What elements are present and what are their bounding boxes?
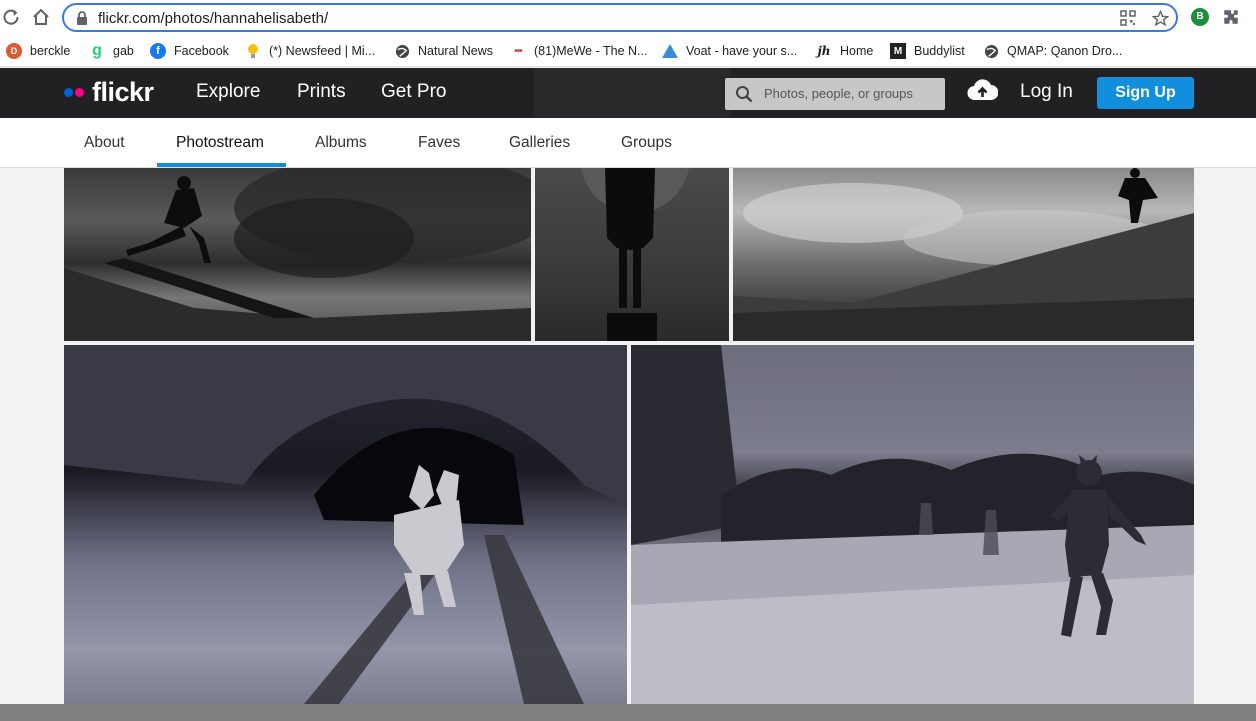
photo-silhouette-standing[interactable] [535,168,729,341]
home-icon[interactable] [32,8,50,26]
profile-subnav: About Photostream Albums Faves Galleries… [0,118,1256,168]
globe-icon [394,43,410,59]
search-input[interactable]: Photos, people, or groups [725,78,945,110]
photo-masked-figure-tunnel-tracks[interactable] [64,345,627,704]
search-placeholder: Photos, people, or groups [764,86,913,101]
bookmark-facebook[interactable]: f Facebook [150,41,229,61]
bookmark-label: berckle [30,44,71,58]
nav-explore[interactable]: Explore [196,81,260,103]
bookmark-buddylist[interactable]: M Buddylist [890,41,965,61]
bookmark-gab[interactable]: g gab [89,41,134,61]
duckduckgo-icon: D [6,43,22,59]
bookmark-label: Facebook [174,44,229,58]
nav-prints[interactable]: Prints [297,81,346,103]
bookmark-label: Buddylist [914,44,965,58]
globe-icon [983,43,999,59]
bookmark-mewe[interactable]: ••• (81)MeWe - The N... [510,41,647,61]
upload-cloud-icon[interactable] [967,78,998,102]
tab-albums[interactable]: Albums [315,134,367,152]
bookmark-label: Home [840,44,874,58]
bookmark-natural-news[interactable]: Natural News [394,41,493,61]
qr-code-icon[interactable] [1120,10,1136,26]
profile-avatar[interactable]: B [1191,8,1209,26]
buddylist-icon: M [890,43,906,59]
bookmark-newsfeed[interactable]: (*) Newsfeed | Mi... [245,41,375,61]
header-photo-backdrop [534,68,730,118]
browser-toolbar: flickr.com/photos/hannahelisabeth/ B [0,0,1256,36]
flickr-header: flickr Explore Prints Get Pro Photos, pe… [0,68,1256,118]
logo-dot-blue [64,88,73,97]
jh-icon: jh [817,44,831,58]
reload-icon[interactable] [2,8,20,26]
tab-photostream[interactable]: Photostream [176,134,264,152]
active-tab-indicator [157,163,286,167]
flickr-logo[interactable]: flickr [64,79,154,106]
photo-silhouette-jumping-smoke[interactable] [64,168,531,341]
voat-icon [662,43,678,59]
bookmark-label: (81)MeWe - The N... [534,44,648,58]
page-bottom-bar [0,704,1256,721]
tab-groups[interactable]: Groups [621,134,672,152]
bookmark-label: gab [113,44,134,58]
star-icon[interactable] [1152,10,1169,27]
bookmark-label: Natural News [418,44,494,58]
login-link[interactable]: Log In [1020,81,1073,103]
bookmark-label: Voat - have your s... [686,44,798,58]
search-icon [736,86,753,103]
lightbulb-icon [245,43,261,59]
gab-icon: g [92,42,102,59]
address-bar[interactable]: flickr.com/photos/hannahelisabeth/ [62,3,1178,32]
lock-icon[interactable] [76,11,88,25]
logo-dot-pink [75,88,84,97]
bookmark-qmap[interactable]: QMAP: Qanon Dro... [983,41,1122,61]
tab-galleries[interactable]: Galleries [509,134,570,152]
photo-figure-on-wall-clouds[interactable] [733,168,1194,341]
logo-wordmark: flickr [92,77,154,107]
tab-about[interactable]: About [84,134,125,152]
tab-faves[interactable]: Faves [418,134,460,152]
extensions-puzzle-icon[interactable] [1222,8,1240,26]
bookmark-home[interactable]: jh Home [816,41,873,61]
photo-masked-figure-running-field[interactable] [631,345,1194,704]
facebook-icon: f [150,43,166,59]
url-text[interactable]: flickr.com/photos/hannahelisabeth/ [98,10,328,27]
bookmark-label: QMAP: Qanon Dro... [1007,44,1123,58]
bookmark-berckle[interactable]: D berckle [6,41,70,61]
bookmark-voat[interactable]: Voat - have your s... [662,41,797,61]
mewe-icon: ••• [514,45,523,57]
bookmarks-bar: D berckle g gab f Facebook (*) Newsfeed … [0,36,1256,92]
bookmark-label: (*) Newsfeed | Mi... [269,44,376,58]
nav-get-pro[interactable]: Get Pro [381,81,446,103]
signup-button[interactable]: Sign Up [1097,77,1194,109]
